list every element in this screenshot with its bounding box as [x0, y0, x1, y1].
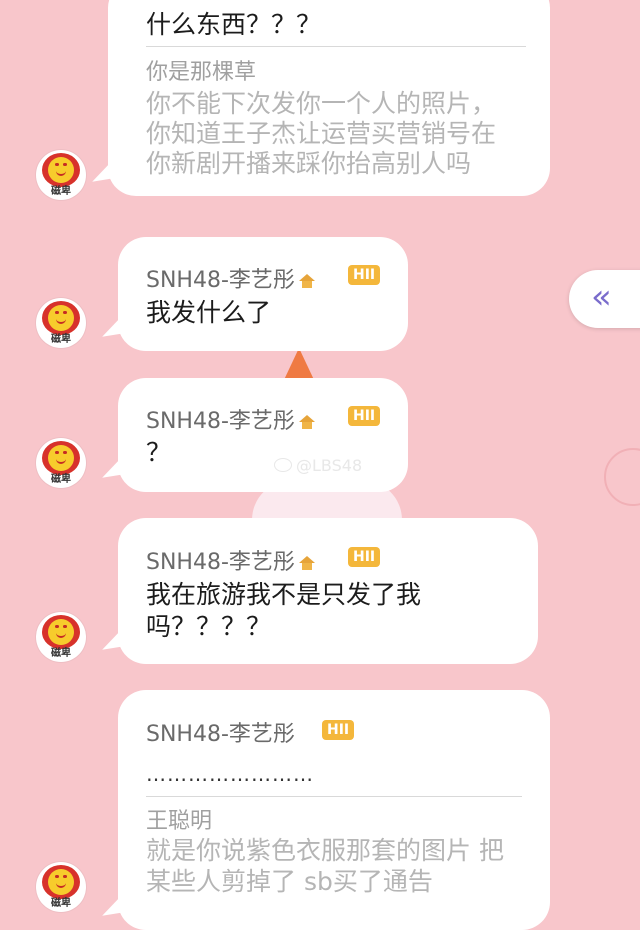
sender-name: SNH48-李艺彤 [146, 403, 315, 435]
sender-name-text: SNH48-李艺彤 [146, 268, 295, 293]
avatar-label: 磁卑 [51, 334, 71, 345]
sender-name: SNH48-李艺彤 [146, 544, 315, 576]
avatar-label: 磁卑 [51, 898, 71, 909]
home-icon [298, 415, 315, 429]
avatar[interactable]: 磁卑 [36, 298, 86, 348]
message-text: 我发什么了 [146, 298, 272, 327]
quote-divider [146, 796, 522, 797]
quote-text: 你新剧开播来踩你抬高别人吗 [146, 149, 472, 178]
sender-name-text: SNH48-李艺彤 [146, 550, 295, 575]
message-text: …………………… [146, 762, 314, 786]
home-icon [298, 556, 315, 570]
collapse-side-button[interactable]: « [569, 270, 640, 328]
sender-name: SNH48-李艺彤 [146, 262, 315, 294]
member-badge: HII [348, 547, 381, 567]
sender-name-text: SNH48-李艺彤 [146, 722, 295, 747]
quote-author: 王聪明 [146, 809, 213, 834]
avatar[interactable]: 磁卑 [36, 438, 86, 488]
member-badge: HII [348, 265, 381, 285]
watermark-text: @LBS48 [296, 456, 363, 475]
quote-divider [146, 46, 526, 47]
message-text: 什么东西？？？ [146, 10, 322, 39]
double-chevron-left-icon: « [591, 277, 612, 317]
sender-name: SNH48-李艺彤 [146, 716, 295, 748]
member-badge: HII [322, 720, 355, 740]
avatar[interactable]: 磁卑 [36, 150, 86, 200]
avatar-label: 磁卑 [51, 186, 71, 197]
home-icon [298, 274, 315, 288]
message-text: 吗？？？？ [146, 612, 272, 641]
avatar-label: 磁卑 [51, 474, 71, 485]
avatar[interactable]: 磁卑 [36, 612, 86, 662]
background-decoration [283, 348, 315, 382]
message-text: ？ [146, 438, 172, 467]
background-decoration [604, 448, 640, 506]
avatar-label: 磁卑 [51, 648, 71, 659]
watermark: @LBS48 [274, 456, 362, 475]
eye-icon [274, 458, 292, 472]
chat-area: 什么东西？？？ 你是那棵草 你不能下次发你一个人的照片， 你知道王子杰让运营买营… [0, 0, 640, 930]
avatar[interactable]: 磁卑 [36, 862, 86, 912]
sender-name-text: SNH48-李艺彤 [146, 409, 295, 434]
member-badge: HII [348, 406, 381, 426]
quote-author: 你是那棵草 [146, 60, 257, 85]
quote-text: 某些人剪掉了 sb买了通告 [146, 867, 433, 896]
